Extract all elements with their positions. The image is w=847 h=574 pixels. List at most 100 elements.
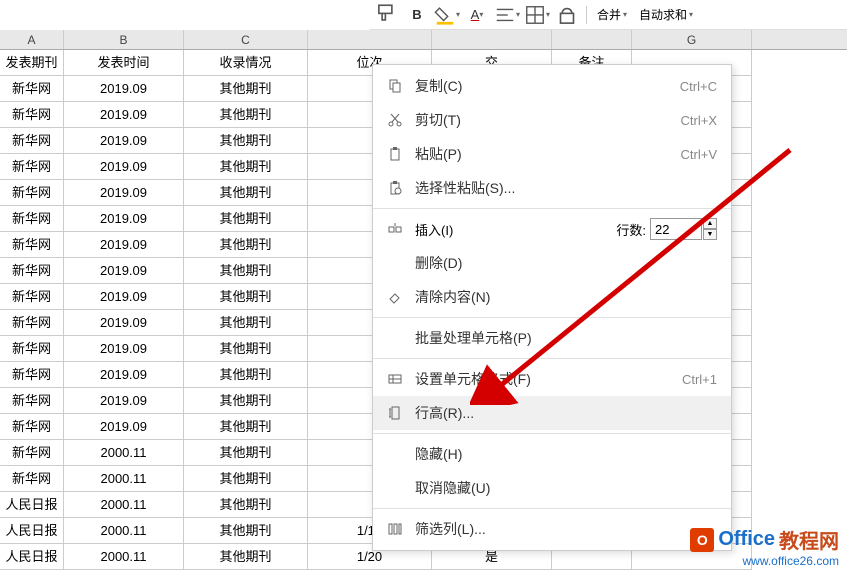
col-header-E[interactable]: [432, 30, 552, 49]
format-cells-icon: [383, 369, 407, 389]
rows-count-input[interactable]: [650, 218, 702, 240]
cell[interactable]: 其他期刊: [184, 76, 308, 102]
col-header-D[interactable]: [308, 30, 432, 49]
cell[interactable]: 新华网: [0, 310, 64, 336]
watermark: O Office教程网 www.office26.com: [690, 525, 839, 568]
menu-insert[interactable]: 插入(I) 行数: ▲ ▼: [373, 212, 731, 246]
cell[interactable]: 收录情况: [184, 50, 308, 76]
cell[interactable]: 其他期刊: [184, 232, 308, 258]
cell[interactable]: 其他期刊: [184, 154, 308, 180]
spinner-down[interactable]: ▼: [703, 229, 717, 240]
cell[interactable]: 2000.11: [64, 518, 184, 544]
col-header-A[interactable]: A: [0, 30, 64, 49]
cell[interactable]: 其他期刊: [184, 518, 308, 544]
cell[interactable]: 新华网: [0, 76, 64, 102]
cell[interactable]: 2019.09: [64, 310, 184, 336]
menu-batch[interactable]: 批量处理单元格(P): [373, 321, 731, 355]
fill-color-button[interactable]: ▾: [434, 3, 460, 27]
cell[interactable]: 2019.09: [64, 206, 184, 232]
cell[interactable]: 2019.09: [64, 284, 184, 310]
cell[interactable]: 2000.11: [64, 544, 184, 570]
menu-paste-special[interactable]: 选择性粘贴(S)...: [373, 171, 731, 205]
cell[interactable]: 新华网: [0, 440, 64, 466]
col-header-C[interactable]: C: [184, 30, 308, 49]
cell[interactable]: 其他期刊: [184, 206, 308, 232]
col-header-F[interactable]: [552, 30, 632, 49]
cell[interactable]: 其他期刊: [184, 284, 308, 310]
logo-icon: O: [690, 528, 714, 552]
menu-unhide[interactable]: 取消隐藏(U): [373, 471, 731, 505]
menu-clear[interactable]: 清除内容(N): [373, 280, 731, 314]
cell[interactable]: 新华网: [0, 258, 64, 284]
lock-icon[interactable]: [554, 3, 580, 27]
cell[interactable]: 发表时间: [64, 50, 184, 76]
menu-row-height[interactable]: 行高(R)...: [373, 396, 731, 430]
menu-delete[interactable]: 删除(D): [373, 246, 731, 280]
cell[interactable]: 新华网: [0, 154, 64, 180]
cell[interactable]: 新华网: [0, 336, 64, 362]
cell[interactable]: 2019.09: [64, 180, 184, 206]
format-painter-icon[interactable]: [374, 3, 400, 27]
spinner-up[interactable]: ▲: [703, 218, 717, 229]
cell[interactable]: 新华网: [0, 232, 64, 258]
cell[interactable]: 2019.09: [64, 388, 184, 414]
menu-copy[interactable]: 复制(C) Ctrl+C: [373, 69, 731, 103]
col-header-G[interactable]: G: [632, 30, 752, 49]
cell[interactable]: 发表期刊: [0, 50, 64, 76]
cell[interactable]: 其他期刊: [184, 310, 308, 336]
cell[interactable]: 其他期刊: [184, 362, 308, 388]
cell[interactable]: 其他期刊: [184, 544, 308, 570]
menu-cut[interactable]: 剪切(T) Ctrl+X: [373, 103, 731, 137]
cell[interactable]: 新华网: [0, 466, 64, 492]
menu-label: 隐藏(H): [415, 444, 717, 464]
font-color-button[interactable]: A▾: [464, 3, 490, 27]
menu-filter[interactable]: 筛选列(L)...: [373, 512, 731, 546]
cell[interactable]: 2019.09: [64, 362, 184, 388]
cell[interactable]: 其他期刊: [184, 128, 308, 154]
cell[interactable]: 新华网: [0, 284, 64, 310]
merge-button[interactable]: 合并▾: [593, 3, 631, 27]
cell[interactable]: 人民日报: [0, 492, 64, 518]
cell[interactable]: 新华网: [0, 180, 64, 206]
cell[interactable]: 人民日报: [0, 518, 64, 544]
align-button[interactable]: ▾: [494, 3, 520, 27]
cell[interactable]: 新华网: [0, 362, 64, 388]
bold-button[interactable]: B: [404, 3, 430, 27]
cell[interactable]: 2000.11: [64, 492, 184, 518]
menu-label: 选择性粘贴(S)...: [415, 178, 717, 198]
menu-paste[interactable]: 粘贴(P) Ctrl+V: [373, 137, 731, 171]
autosum-button[interactable]: 自动求和▾: [635, 3, 697, 27]
cell[interactable]: 人民日报: [0, 544, 64, 570]
cell[interactable]: 2019.09: [64, 336, 184, 362]
cell[interactable]: 2019.09: [64, 154, 184, 180]
cell[interactable]: 新华网: [0, 206, 64, 232]
border-button[interactable]: ▾: [524, 3, 550, 27]
cell[interactable]: 其他期刊: [184, 388, 308, 414]
cell[interactable]: 2019.09: [64, 76, 184, 102]
cell[interactable]: 其他期刊: [184, 466, 308, 492]
cell[interactable]: 新华网: [0, 414, 64, 440]
menu-format-cells[interactable]: 设置单元格格式(F) Ctrl+1: [373, 362, 731, 396]
cell[interactable]: 其他期刊: [184, 102, 308, 128]
cell[interactable]: 2019.09: [64, 128, 184, 154]
blank-icon: [383, 328, 407, 348]
cell[interactable]: 其他期刊: [184, 440, 308, 466]
menu-separator: [373, 208, 731, 209]
cell[interactable]: 新华网: [0, 128, 64, 154]
cell[interactable]: 其他期刊: [184, 336, 308, 362]
column-headers: A B C G: [0, 30, 847, 50]
cell[interactable]: 2000.11: [64, 440, 184, 466]
cell[interactable]: 2019.09: [64, 414, 184, 440]
cell[interactable]: 2000.11: [64, 466, 184, 492]
cell[interactable]: 其他期刊: [184, 492, 308, 518]
cell[interactable]: 2019.09: [64, 258, 184, 284]
cell[interactable]: 2019.09: [64, 232, 184, 258]
cell[interactable]: 其他期刊: [184, 180, 308, 206]
cell[interactable]: 2019.09: [64, 102, 184, 128]
cell[interactable]: 其他期刊: [184, 258, 308, 284]
cell[interactable]: 新华网: [0, 388, 64, 414]
menu-hide[interactable]: 隐藏(H): [373, 437, 731, 471]
col-header-B[interactable]: B: [64, 30, 184, 49]
cell[interactable]: 新华网: [0, 102, 64, 128]
cell[interactable]: 其他期刊: [184, 414, 308, 440]
